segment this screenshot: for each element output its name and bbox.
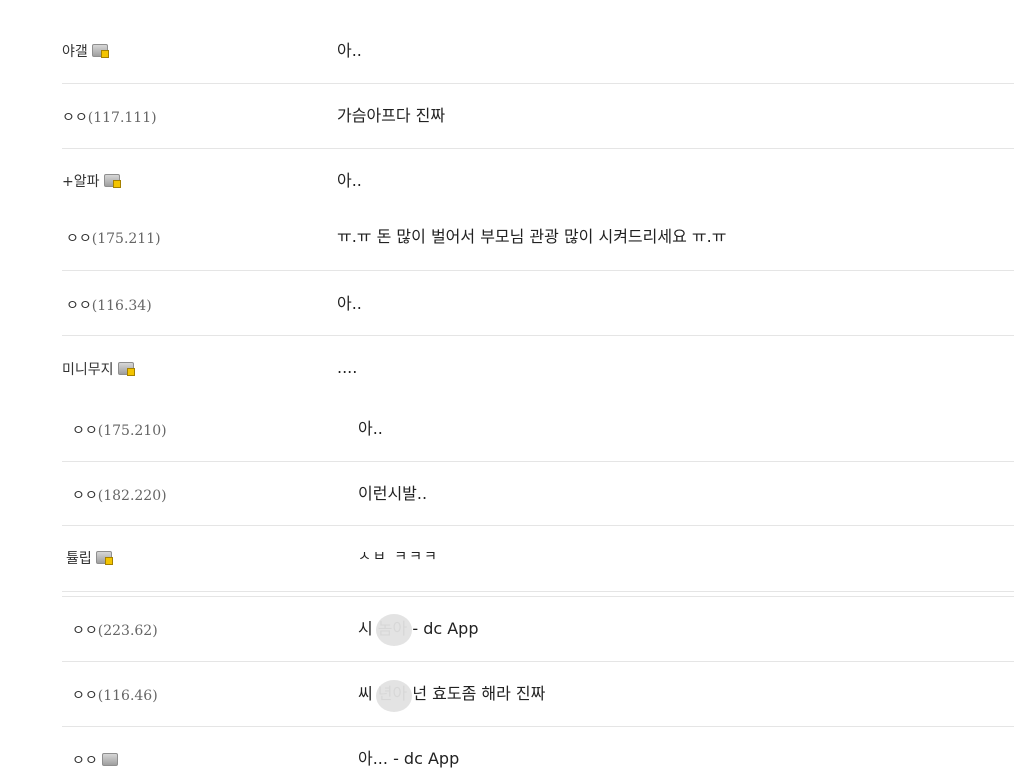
author-ip: (182.220) [97, 488, 167, 504]
author-nickname: ㅇㅇ [66, 231, 92, 247]
row-divider [62, 461, 1014, 462]
author-nickname[interactable]: 야갤 [62, 44, 88, 60]
row-divider [62, 148, 1014, 149]
comment-text: ㅅㅂ ㅋㅋㅋ [358, 549, 439, 565]
row-divider [62, 83, 1014, 84]
comment-author[interactable]: ㅇㅇ [72, 752, 118, 770]
blur-mask [376, 680, 412, 712]
comment-author: ㅇㅇ(175.210) [72, 422, 167, 440]
author-ip: (223.62) [97, 623, 158, 639]
comment-author[interactable]: 튤립 [66, 550, 113, 568]
row-divider [62, 596, 1014, 597]
comment-text: 아.. [358, 419, 383, 438]
row-divider [62, 661, 1014, 662]
author-nickname: ㅇㅇ [72, 688, 98, 704]
row-divider [62, 591, 1014, 592]
comment-author: ㅇㅇ(116.46) [72, 687, 158, 705]
comment-text: 아... - dc App [358, 749, 460, 768]
blur-mask [376, 614, 412, 646]
author-nickname[interactable]: 튤립 [66, 551, 92, 567]
author-nickname: ㅇㅇ [66, 298, 92, 314]
author-ip: (116.46) [97, 688, 158, 704]
row-divider [62, 726, 1014, 727]
comment-author: ㅇㅇ(223.62) [72, 622, 158, 640]
comment-author[interactable]: 미니무지 [62, 361, 135, 379]
comment-text: 아.. [337, 171, 362, 190]
comment-author[interactable]: 야갤 [62, 43, 109, 61]
comment-author[interactable]: +알파 [62, 173, 121, 191]
comment-text: .... [337, 358, 358, 377]
author-nickname: ㅇㅇ [72, 623, 98, 639]
author-nickname: ㅇㅇ [72, 488, 98, 504]
author-ip: (116.34) [91, 298, 152, 314]
author-nickname: ㅇㅇ [72, 423, 98, 439]
author-ip: (175.211) [91, 231, 161, 247]
gallog-icon[interactable] [117, 362, 135, 376]
comment-author: ㅇㅇ(182.220) [72, 487, 167, 505]
author-nickname[interactable]: ㅇㅇ [72, 753, 98, 769]
gallog-icon[interactable] [101, 753, 118, 766]
comment-text: 아.. [337, 41, 362, 60]
row-divider [62, 270, 1014, 271]
row-divider [62, 335, 1014, 336]
comment-author: ㅇㅇ(175.211) [66, 230, 161, 248]
gallog-icon[interactable] [95, 551, 113, 565]
comment-text: 아.. [337, 294, 362, 313]
row-divider [62, 525, 1014, 526]
comment-text: ㅠ.ㅠ 돈 많이 벌어서 부모님 관광 많이 시켜드리세요 ㅠ.ㅠ [337, 227, 727, 246]
author-ip: (117.111) [87, 110, 157, 126]
comment-author: ㅇㅇ(117.111) [62, 109, 157, 127]
gallog-icon[interactable] [91, 44, 109, 58]
comment-text: 가슴아프다 진짜 [337, 106, 446, 125]
comment-author: ㅇㅇ(116.34) [66, 297, 152, 315]
author-nickname[interactable]: 미니무지 [62, 362, 114, 378]
author-ip: (175.210) [97, 423, 167, 439]
gallog-icon[interactable] [103, 174, 121, 188]
author-nickname: ㅇㅇ [62, 110, 88, 126]
author-nickname[interactable]: +알파 [62, 174, 100, 190]
comment-text: 이런시발.. [358, 484, 428, 503]
